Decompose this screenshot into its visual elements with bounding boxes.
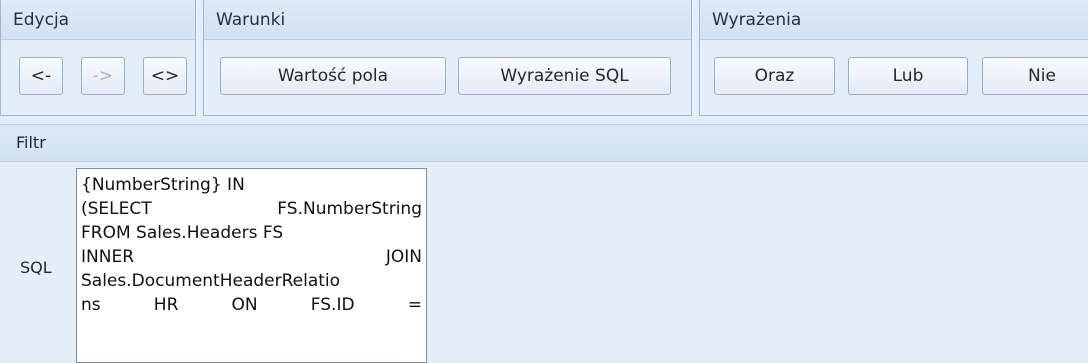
group-title-edycja: Edycja bbox=[1, 0, 195, 40]
toggle-button[interactable]: <> bbox=[143, 57, 187, 95]
sql-line: (SELECT FS.NumberString bbox=[81, 199, 422, 219]
sql-line: {NumberString} IN bbox=[81, 175, 245, 195]
ribbon-group-wyrazenia: Wyrażenia Oraz Lub Nie bbox=[699, 0, 1088, 116]
sql-expression-button[interactable]: Wyrażenie SQL bbox=[458, 57, 671, 95]
prev-button[interactable]: <- bbox=[19, 57, 63, 95]
ribbon-group-warunki: Warunki Wartość pola Wyrażenie SQL bbox=[203, 0, 692, 116]
filter-section-title: Filtr bbox=[0, 124, 1088, 162]
and-button[interactable]: Oraz bbox=[714, 57, 835, 95]
group-title-wyrazenia: Wyrażenia bbox=[700, 0, 1088, 40]
next-button[interactable]: -> bbox=[81, 57, 125, 95]
sql-label: SQL bbox=[20, 258, 52, 277]
sql-textarea[interactable]: {NumberString} IN (SELECT FS.NumberStrin… bbox=[76, 168, 427, 363]
sql-line: FROM Sales.Headers FS bbox=[81, 223, 284, 243]
not-button[interactable]: Nie bbox=[982, 57, 1088, 95]
ribbon-group-edycja: Edycja <- -> <> bbox=[0, 0, 196, 116]
or-button[interactable]: Lub bbox=[848, 57, 968, 95]
sql-line: INNER JOIN bbox=[81, 247, 422, 267]
sql-line: Sales.DocumentHeaderRelatio bbox=[81, 271, 341, 291]
group-title-warunki: Warunki bbox=[204, 0, 691, 40]
field-value-button[interactable]: Wartość pola bbox=[220, 57, 446, 95]
sql-line: ns HR ON FS.ID = bbox=[81, 295, 422, 315]
